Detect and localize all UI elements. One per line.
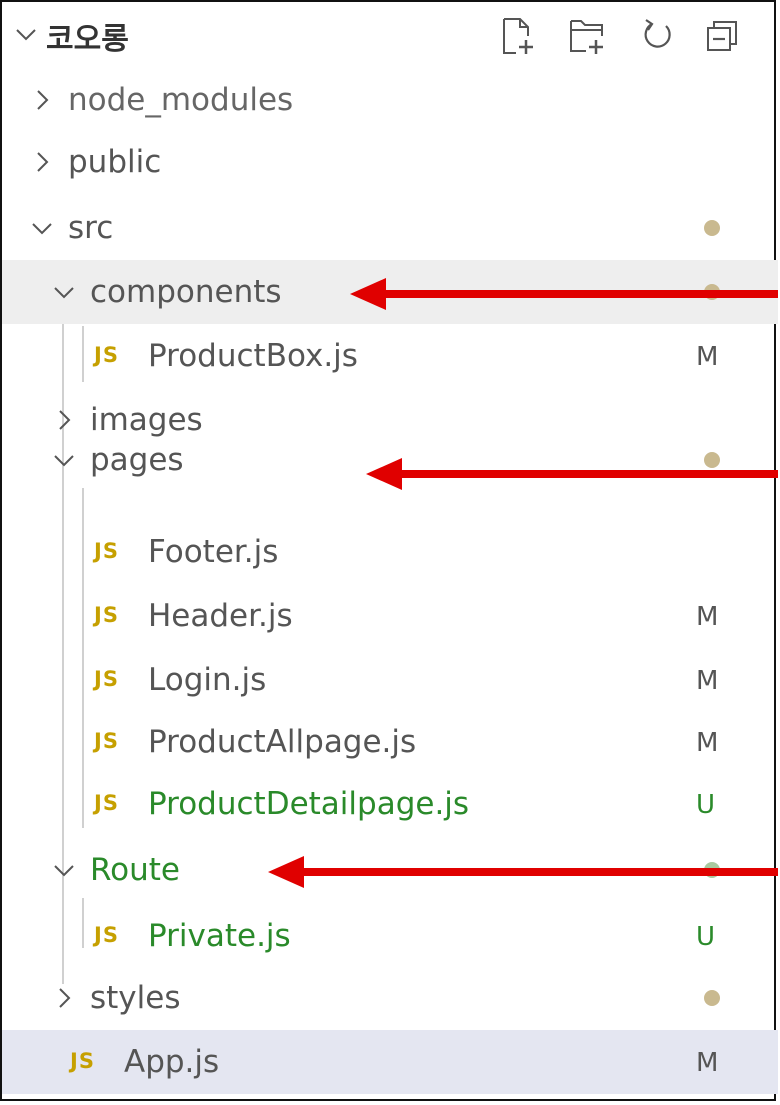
tree-item-private[interactable]: JS Private.js U: [2, 904, 778, 968]
git-status-badge: M: [696, 1048, 719, 1078]
tree-item-login[interactable]: JS Login.js M: [2, 648, 778, 712]
explorer-header: 코오롱: [0, 0, 780, 68]
explorer-actions: [500, 16, 770, 56]
git-status-badge: U: [696, 922, 716, 952]
tree-item-app[interactable]: JS App.js M: [2, 1030, 778, 1094]
tree-item-header[interactable]: JS Header.js M: [2, 584, 778, 648]
modified-dot: [704, 990, 720, 1006]
js-file-icon: JS: [94, 791, 119, 815]
js-file-icon: JS: [94, 343, 119, 367]
js-file-icon: JS: [94, 729, 119, 753]
tree-item-label: ProductBox.js: [148, 338, 358, 374]
tree-item-label: App.js: [124, 1044, 220, 1080]
annotation-arrow-components: [350, 278, 778, 310]
git-status-badge: U: [696, 790, 716, 820]
collapse-all-icon[interactable]: [704, 16, 740, 56]
chevron-down-icon: [54, 455, 74, 467]
tree-item-public[interactable]: public: [2, 130, 778, 194]
js-file-icon: JS: [70, 1049, 95, 1073]
tree-item-label: Header.js: [148, 598, 293, 634]
refresh-icon[interactable]: [640, 16, 676, 56]
chevron-down-icon: [54, 865, 74, 877]
tree-item-label: Footer.js: [148, 534, 279, 570]
tree-item-label: Private.js: [148, 918, 291, 954]
js-file-icon: JS: [94, 603, 119, 627]
tree-item-productdetailpage[interactable]: JS ProductDetailpage.js U: [2, 772, 778, 836]
git-status-badge: M: [696, 666, 719, 696]
chevron-down-icon: [32, 223, 52, 235]
tree-item-label: node_modules: [68, 82, 294, 118]
tree-item-label: ProductDetailpage.js: [148, 786, 470, 822]
tree-item-label: pages: [90, 442, 184, 478]
js-file-icon: JS: [94, 667, 119, 691]
tree-item-label: src: [68, 210, 114, 246]
chevron-right-icon: [37, 152, 49, 172]
tree-item-productallpage[interactable]: JS ProductAllpage.js M: [2, 710, 778, 774]
chevron-down-icon[interactable]: [14, 22, 38, 46]
tree-item-label: ProductAllpage.js: [148, 724, 417, 760]
new-file-icon[interactable]: [500, 16, 536, 56]
git-status-badge: M: [696, 602, 719, 632]
tree-item-src[interactable]: src: [2, 196, 778, 260]
modified-dot: [704, 220, 720, 236]
git-status-badge: M: [696, 342, 719, 372]
tree-item-productbox[interactable]: JS ProductBox.js M: [2, 324, 778, 388]
tree-item-node-modules[interactable]: node_modules: [2, 68, 778, 132]
tree-item-label: Login.js: [148, 662, 267, 698]
tree-item-footer[interactable]: JS Footer.js: [2, 520, 778, 584]
tree-item-styles[interactable]: styles: [2, 966, 778, 1030]
js-file-icon: JS: [94, 923, 119, 947]
tree-item-label: Route: [90, 852, 180, 888]
new-folder-icon[interactable]: [568, 16, 606, 56]
tree-item-label: components: [90, 274, 282, 310]
js-file-icon: JS: [94, 539, 119, 563]
annotation-arrow-route: [268, 856, 778, 888]
chevron-down-icon: [54, 287, 74, 299]
tree-item-label: public: [68, 144, 162, 180]
tree-item-label: styles: [90, 980, 181, 1016]
chevron-right-icon: [37, 90, 49, 110]
chevron-right-icon: [59, 988, 71, 1008]
git-status-badge: M: [696, 728, 719, 758]
workspace-title[interactable]: 코오롱: [46, 14, 129, 58]
annotation-arrow-pages: [366, 458, 778, 490]
